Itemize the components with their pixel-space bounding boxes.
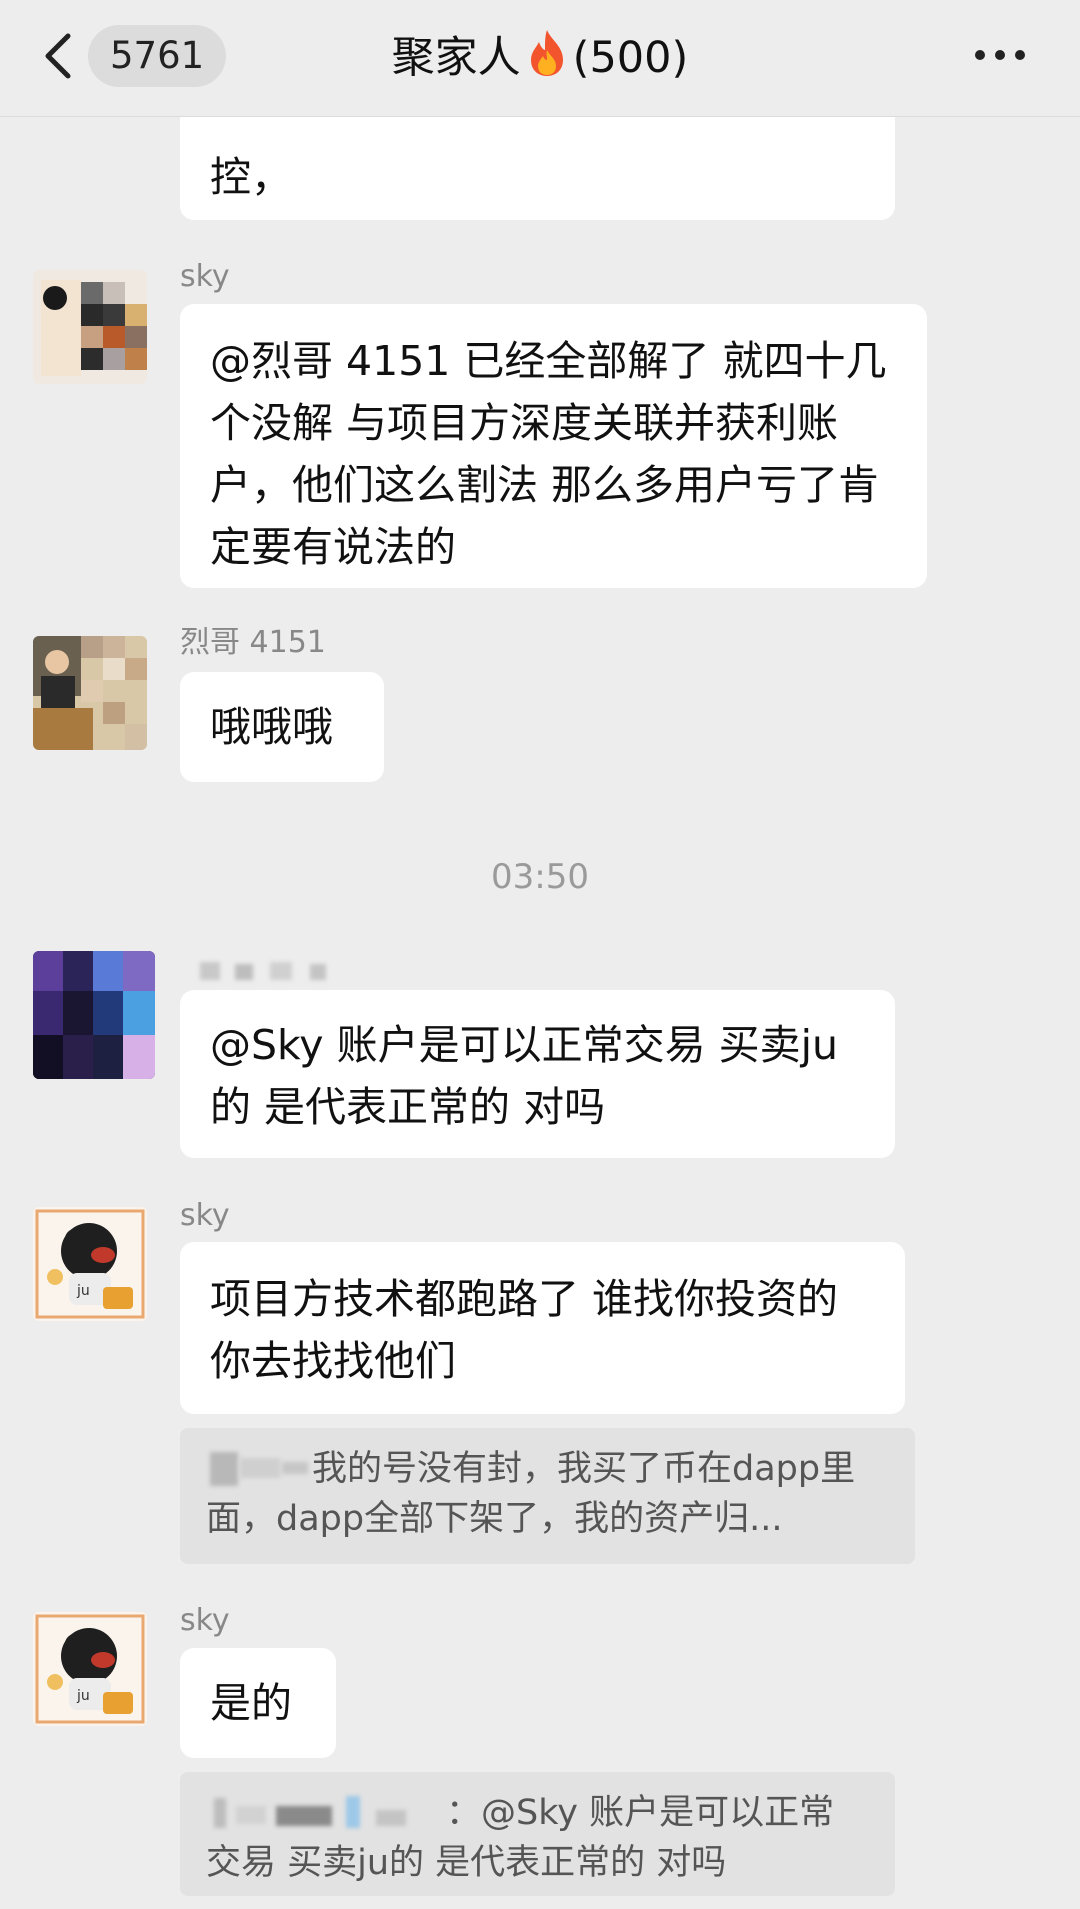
back-arrow-icon[interactable] xyxy=(38,28,78,84)
quoted-message[interactable]: ：@Sky 账户是可以正常交易 买卖ju的 是代表正常的 对吗 xyxy=(180,1772,895,1896)
avatar[interactable]: ju xyxy=(33,1207,147,1321)
avatar[interactable] xyxy=(33,951,155,1079)
quote-author-blurred xyxy=(206,1448,312,1488)
more-options-icon[interactable] xyxy=(972,38,1028,72)
unread-count-badge[interactable]: 5761 xyxy=(88,25,227,87)
member-count: (500) xyxy=(572,33,689,83)
sender-name: sky xyxy=(180,259,230,294)
fire-icon xyxy=(525,28,569,93)
message-text: 控， xyxy=(210,153,292,201)
message-text: 哦哦哦 xyxy=(210,703,333,751)
quoted-message[interactable]: 我的号没有封，我买了币在dapp里面，dapp全部下架了，我的资产归... xyxy=(180,1428,915,1564)
chat-title[interactable]: 聚家人 (500) xyxy=(240,28,840,93)
message-bubble[interactable]: 项目方技术都跑路了 谁找你投资的你去找找他们 xyxy=(180,1242,905,1414)
svg-text:ju: ju xyxy=(76,1688,90,1704)
message-text: @烈哥 4151 已经全部解了 就四十几个没解 与项目方深度关联并获利账户，他们… xyxy=(210,337,887,571)
avatar[interactable]: ju xyxy=(33,1612,147,1726)
chat-header: 5761 聚家人 (500) xyxy=(0,0,1080,117)
message-bubble[interactable]: @烈哥 4151 已经全部解了 就四十几个没解 与项目方深度关联并获利账户，他们… xyxy=(180,304,927,588)
message-text: @Sky 账户是可以正常交易 买卖ju的 是代表正常的 对吗 xyxy=(210,1021,839,1131)
message-text: 是的 xyxy=(210,1679,292,1727)
quote-author-blurred xyxy=(206,1792,446,1832)
message-bubble[interactable]: 是的 xyxy=(180,1648,336,1758)
timestamp: 03:50 xyxy=(491,857,589,897)
avatar[interactable] xyxy=(33,636,147,750)
avatar[interactable] xyxy=(33,270,147,384)
message-text: 项目方技术都跑路了 谁找你投资的你去找找他们 xyxy=(210,1275,839,1385)
message-bubble[interactable]: @Sky 账户是可以正常交易 买卖ju的 是代表正常的 对吗 xyxy=(180,990,895,1158)
sender-name: sky xyxy=(180,1198,230,1233)
svg-text:ju: ju xyxy=(76,1283,90,1299)
sender-name: sky xyxy=(180,1603,230,1638)
message-bubble[interactable]: 哦哦哦 xyxy=(180,672,384,782)
sender-name-blurred xyxy=(180,960,380,982)
group-name: 聚家人 xyxy=(391,33,521,83)
sender-name: 烈哥 4151 xyxy=(180,625,326,660)
